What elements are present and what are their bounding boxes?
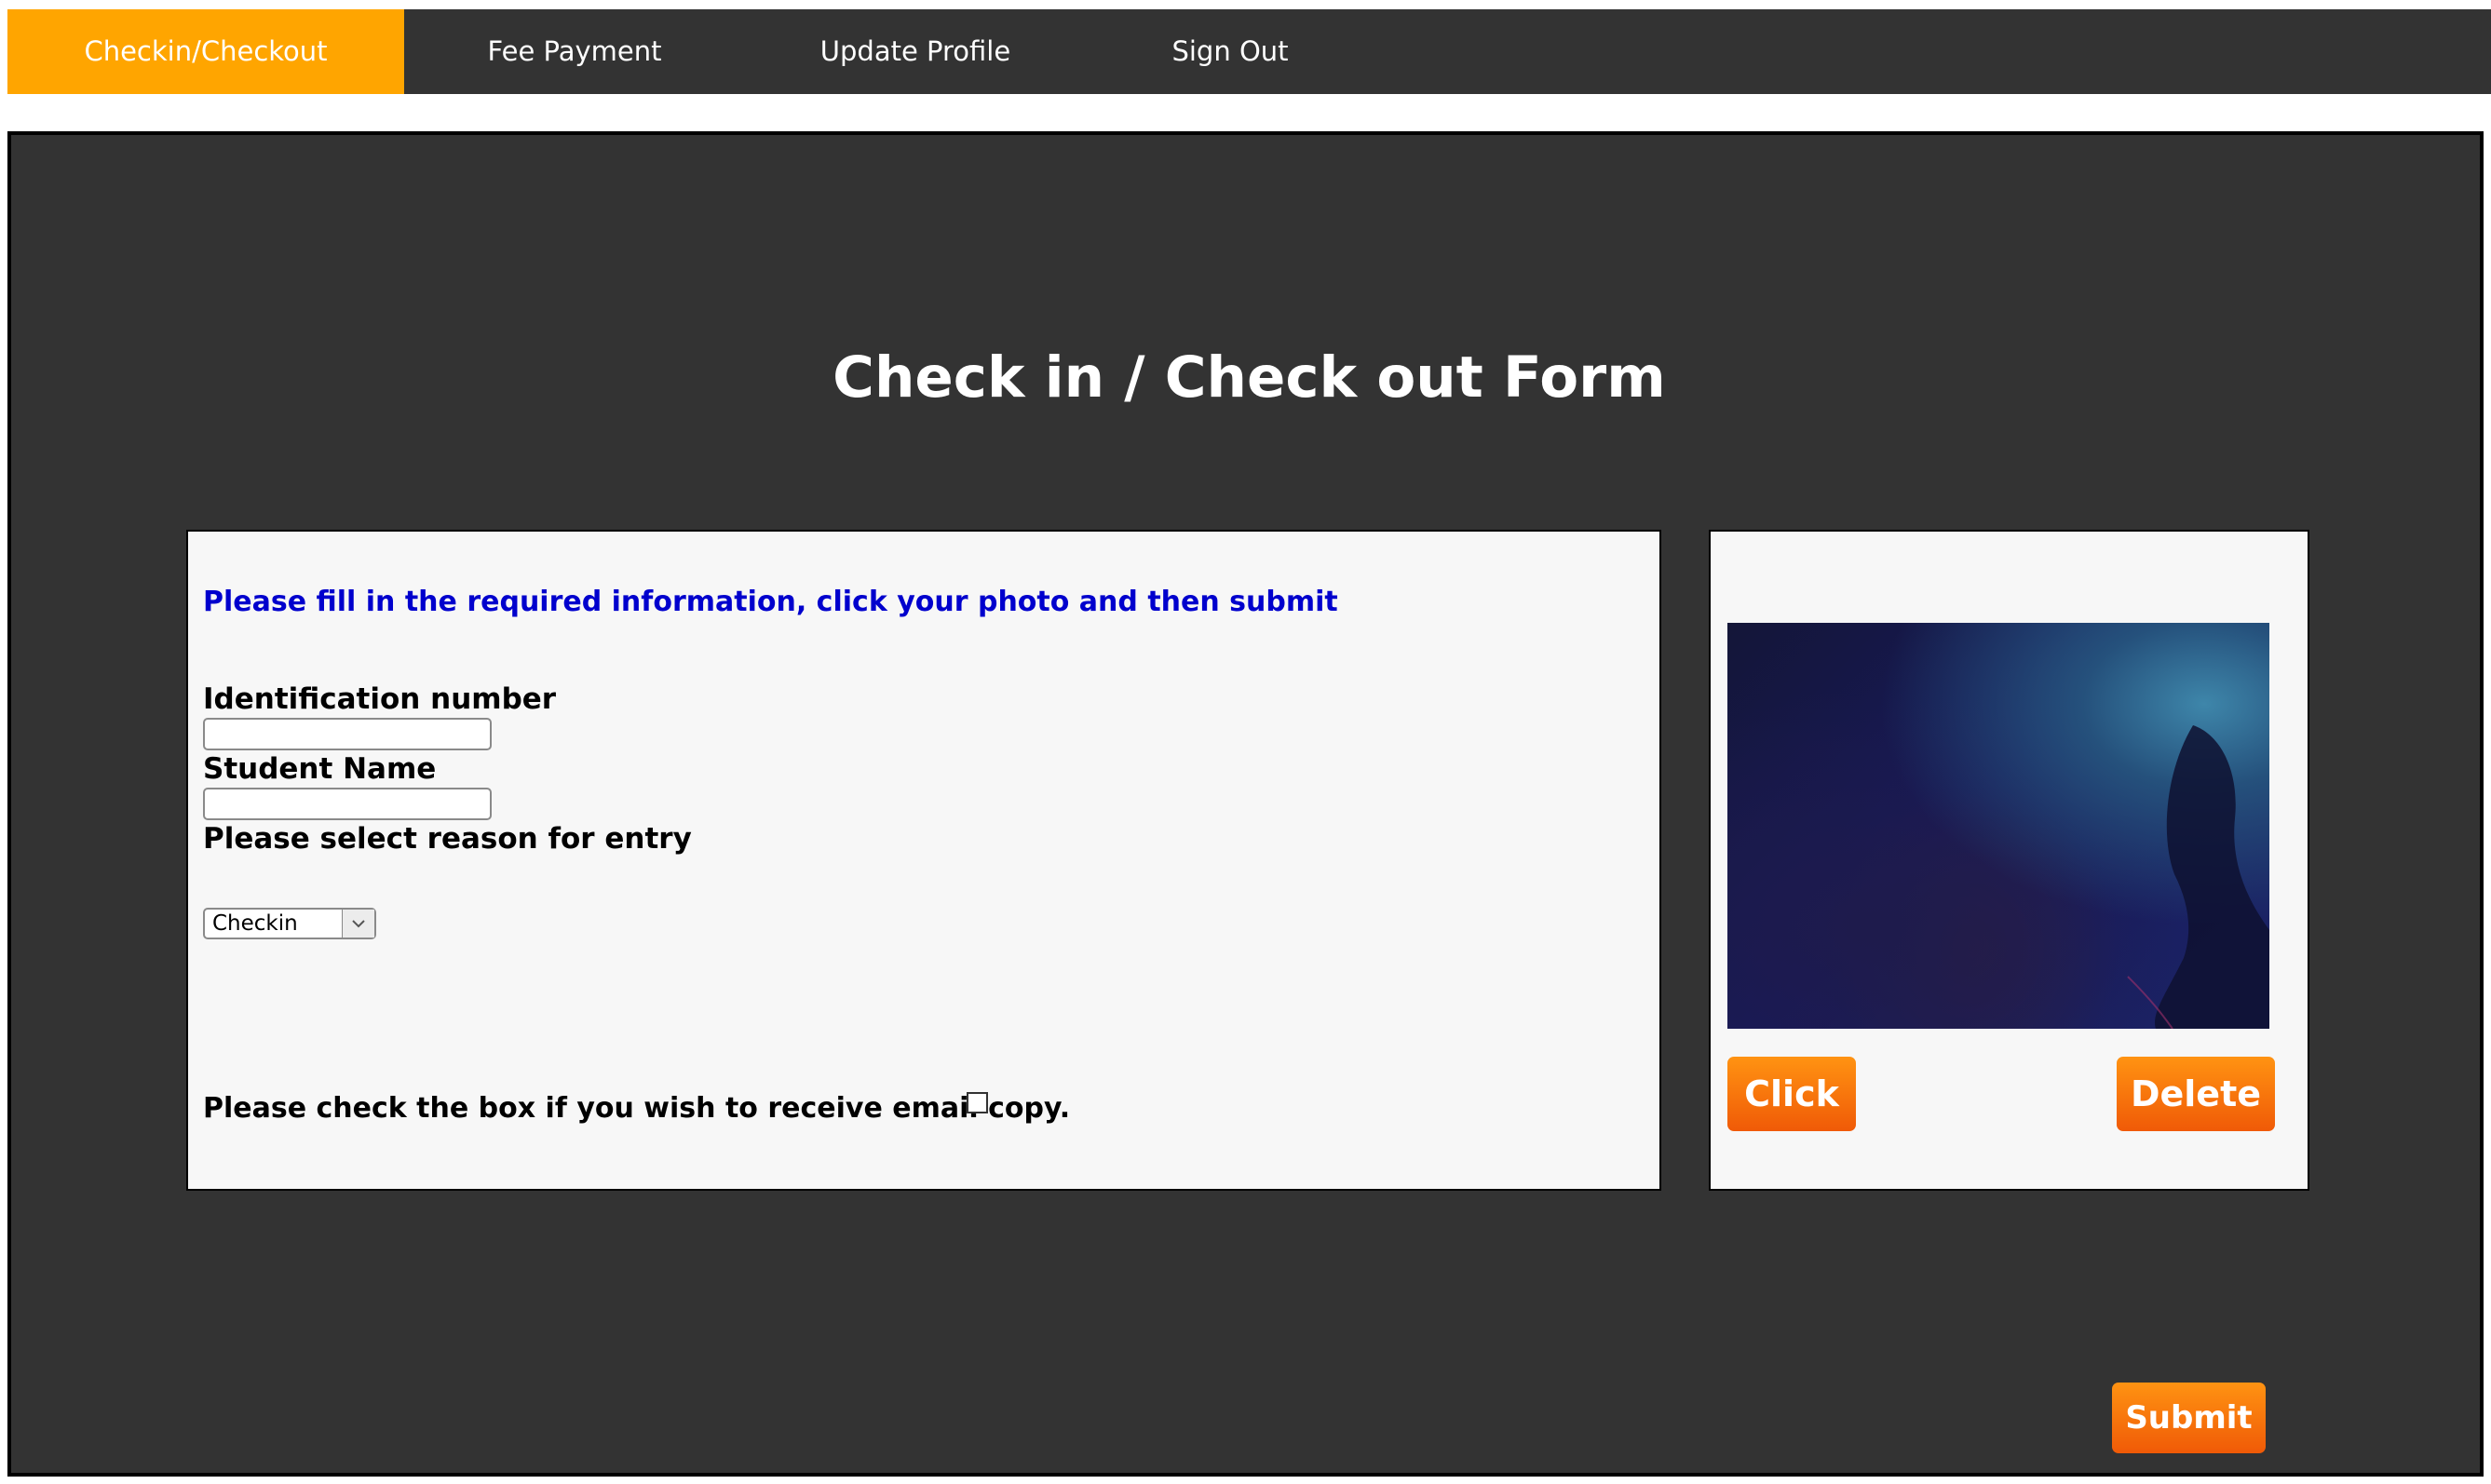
student-name-label: Student Name [203,752,437,786]
delete-photo-button[interactable]: Delete [2117,1057,2275,1131]
submit-button[interactable]: Submit [2112,1383,2266,1453]
top-nav: Checkin/Checkout Fee Payment Update Prof… [7,9,2491,94]
nav-item-sign-out[interactable]: Sign Out [1086,9,1374,94]
click-photo-button[interactable]: Click [1727,1057,1856,1131]
photo-panel: Click Delete [1709,530,2309,1191]
nav-item-update-profile[interactable]: Update Profile [745,9,1086,94]
nav-item-label: Fee Payment [487,35,662,67]
chevron-down-icon [342,910,374,938]
camera-preview [1727,623,2269,1029]
nav-item-label: Update Profile [819,35,1011,67]
nav-item-label: Sign Out [1171,35,1289,67]
form-instructions: Please fill in the required information,… [203,586,1338,618]
form-panel: Please fill in the required information,… [186,530,1661,1191]
id-number-label: Identification number [203,682,557,716]
page-title: Check in / Check out Form [833,344,1666,411]
nav-item-fee-payment[interactable]: Fee Payment [404,9,745,94]
nav-item-label: Checkin/Checkout [84,35,328,67]
reason-label: Please select reason for entry [203,822,692,856]
email-copy-checkbox[interactable] [967,1092,988,1113]
id-number-input[interactable] [203,718,492,750]
student-name-input[interactable] [203,788,492,820]
email-copy-label: Please check the box if you wish to rece… [203,1092,1071,1125]
reason-selected-value: Checkin [212,911,298,936]
main-container: Check in / Check out Form Please fill in… [7,131,2484,1477]
nav-item-checkin-checkout[interactable]: Checkin/Checkout [7,9,404,94]
reason-select[interactable]: Checkin [203,908,376,939]
